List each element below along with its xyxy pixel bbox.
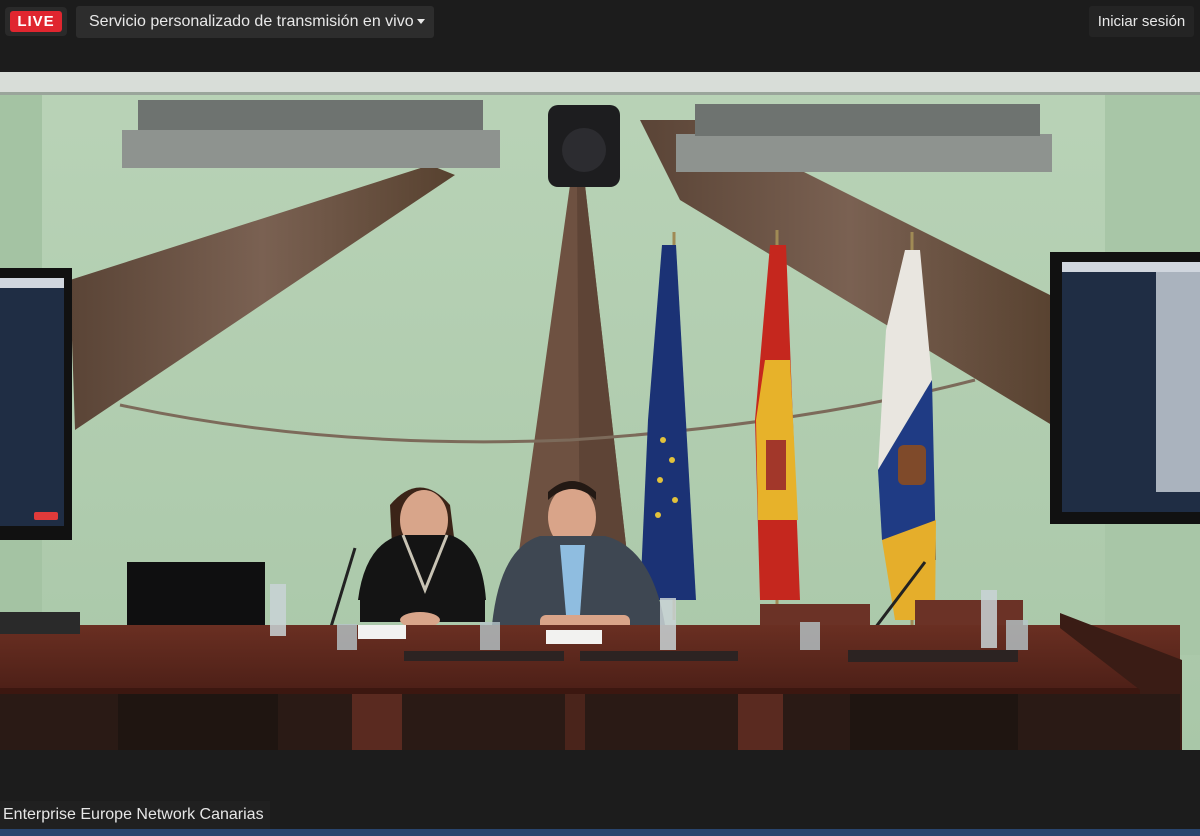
stream-selector[interactable]: Servicio personalizado de transmisión en… xyxy=(76,6,434,38)
stream-title: Servicio personalizado de transmisión en… xyxy=(89,13,414,30)
video-frame xyxy=(0,72,1200,750)
video-caption: Enterprise Europe Network Canarias xyxy=(0,801,270,829)
chevron-down-icon xyxy=(417,19,425,24)
top-bar: LIVE Servicio personalizado de transmisi… xyxy=(0,0,1200,72)
live-label: LIVE xyxy=(10,11,62,32)
live-badge: LIVE xyxy=(5,7,67,36)
video-player[interactable] xyxy=(0,72,1200,750)
login-label: Iniciar sesión xyxy=(1097,13,1186,30)
login-button[interactable]: Iniciar sesión xyxy=(1089,6,1194,37)
progress-bar[interactable] xyxy=(0,829,1200,836)
